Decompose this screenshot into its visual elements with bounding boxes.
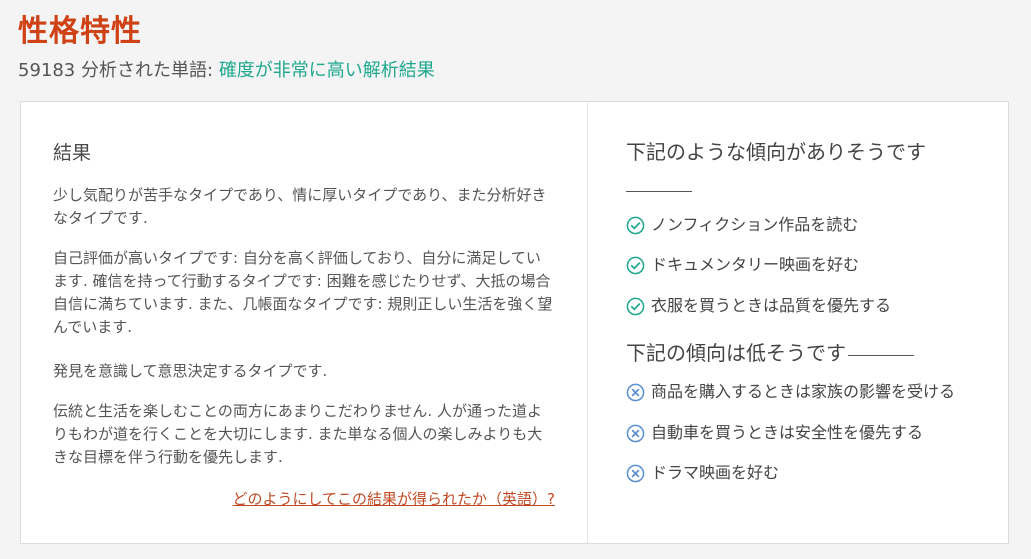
x-circle-icon (626, 383, 645, 401)
unlikely-item: 商品を購入するときは家族の影響を受ける (626, 381, 955, 403)
likely-item-label: ノンフィクション作品を読む (651, 215, 859, 234)
likely-item-label: ドキュメンタリー映画を好む (651, 255, 860, 274)
heading-underline (848, 355, 914, 356)
result-paragraph: 少し気配りが苦手なタイプであり、情に厚いタイプであり、また分析好きなタイプです. (53, 186, 547, 227)
page-title: 性格特性 (18, 14, 142, 49)
word-count: 59183 (18, 60, 76, 81)
result-panel: 結果 少し気配りが苦手なタイプであり、情に厚いタイプであり、また分析好きなタイプ… (21, 102, 588, 543)
results-card: 結果 少し気配りが苦手なタイプであり、情に厚いタイプであり、また分析好きなタイプ… (20, 101, 1009, 544)
check-circle-icon (626, 256, 645, 274)
likely-item: 衣服を買うときは品質を優先する (626, 295, 891, 317)
heading-underline (626, 191, 692, 192)
likely-item-label: 衣服を買うときは品質を優先する (651, 296, 892, 315)
unlikely-item-label: 商品を購入するときは家族の影響を受ける (651, 382, 956, 401)
unlikely-item-label: ドラマ映画を好む (651, 463, 780, 482)
check-circle-icon (626, 297, 645, 315)
analyzed-label: 分析された単語: (81, 60, 214, 81)
result-heading: 結果 (53, 142, 92, 164)
likely-item: ノンフィクション作品を読む (626, 214, 858, 236)
analysis-summary: 59183 分析された単語: 確度が非常に高い解析結果 (18, 58, 435, 84)
unlikely-item: ドラマ映画を好む (626, 462, 779, 484)
confidence-label: 確度が非常に高い解析結果 (218, 60, 435, 81)
result-paragraph: 自己評価が高いタイプです: 自分を高く評価しており、自分に満足しています. 確信… (53, 249, 553, 336)
how-results-obtained-link[interactable]: どのようにしてこの結果が得られたか（英語）? (232, 488, 555, 509)
x-circle-icon (626, 464, 645, 482)
unlikely-item-label: 自動車を買うときは安全性を優先する (651, 423, 924, 442)
result-paragraph: 発見を意識して意思決定するタイプです. (53, 362, 328, 380)
likely-item: ドキュメンタリー映画を好む (626, 254, 859, 276)
unlikely-heading: 下記の傾向は低そうです (626, 338, 914, 368)
check-circle-icon (626, 216, 645, 234)
result-paragraph: 伝統と生活を楽しむことの両方にあまりこだわりません. 人が通った道よりもわが道を… (53, 402, 543, 466)
tendencies-panel: 下記のような傾向がありそうです ノンフィクション作品を読む ドキュメンタリー映画… (626, 102, 1006, 543)
unlikely-heading-text: 下記の傾向は低そうです (626, 341, 846, 365)
likely-heading: 下記のような傾向がありそうです (626, 140, 926, 164)
x-circle-icon (626, 424, 645, 442)
unlikely-item: 自動車を買うときは安全性を優先する (626, 422, 923, 444)
